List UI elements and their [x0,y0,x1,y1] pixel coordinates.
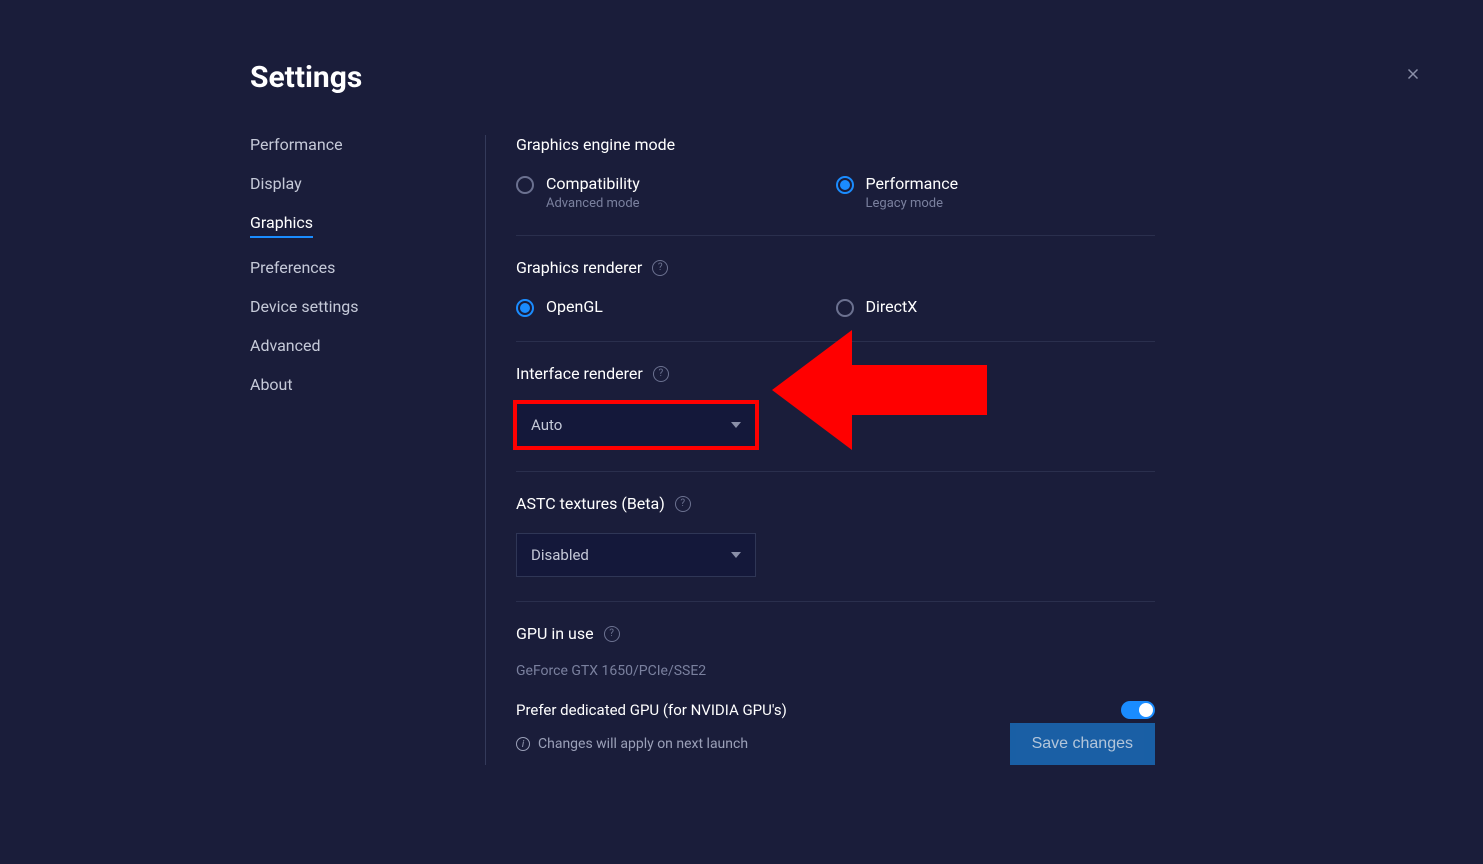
radio-icon [516,176,534,194]
chevron-down-icon [731,422,741,428]
radio-icon [516,299,534,317]
settings-content: Graphics engine mode Compatibility Advan… [485,135,1155,765]
sidebar-item-performance[interactable]: Performance [250,135,343,154]
help-icon[interactable]: ? [675,496,691,512]
radio-performance[interactable]: Performance Legacy mode [836,174,1156,211]
sidebar: Performance Display Graphics Preferences… [250,135,485,765]
footer-info-text: Changes will apply on next launch [538,736,748,752]
chevron-down-icon [731,552,741,558]
radio-icon [836,176,854,194]
section-engine-mode: Graphics engine mode Compatibility Advan… [516,135,1155,236]
radio-label: Compatibility [546,174,640,193]
astc-select[interactable]: Disabled [516,533,756,577]
footer-info: i Changes will apply on next launch [516,736,748,752]
radio-sublabel: Advanced mode [546,196,640,211]
interface-renderer-select[interactable]: Auto [516,403,756,447]
sidebar-item-display[interactable]: Display [250,174,302,193]
engine-mode-title: Graphics engine mode [516,135,1155,154]
close-icon [1404,65,1422,83]
radio-sublabel: Legacy mode [866,196,959,211]
radio-label: OpenGL [546,297,603,316]
radio-icon [836,299,854,317]
info-icon: i [516,737,530,751]
astc-title: ASTC textures (Beta) [516,494,665,513]
radio-label: Performance [866,174,959,193]
sidebar-item-advanced[interactable]: Advanced [250,336,321,355]
section-astc: ASTC textures (Beta) ? Disabled [516,494,1155,602]
sidebar-item-graphics[interactable]: Graphics [250,213,313,238]
graphics-renderer-title: Graphics renderer [516,258,642,277]
radio-directx[interactable]: DirectX [836,297,1156,317]
select-value: Disabled [531,546,589,564]
close-button[interactable] [1401,62,1425,86]
select-value: Auto [531,416,562,434]
section-interface-renderer: Interface renderer ? Auto [516,364,1155,472]
sidebar-item-about[interactable]: About [250,375,293,394]
interface-renderer-title: Interface renderer [516,364,643,383]
sidebar-item-device-settings[interactable]: Device settings [250,297,359,316]
help-icon[interactable]: ? [653,366,669,382]
page-title: Settings [250,60,1393,95]
help-icon[interactable]: ? [652,260,668,276]
radio-label: DirectX [866,297,918,316]
save-changes-button[interactable]: Save changes [1010,723,1155,765]
radio-compatibility[interactable]: Compatibility Advanced mode [516,174,836,211]
section-graphics-renderer: Graphics renderer ? OpenGL DirectX [516,258,1155,342]
sidebar-item-preferences[interactable]: Preferences [250,258,335,277]
radio-opengl[interactable]: OpenGL [516,297,836,317]
